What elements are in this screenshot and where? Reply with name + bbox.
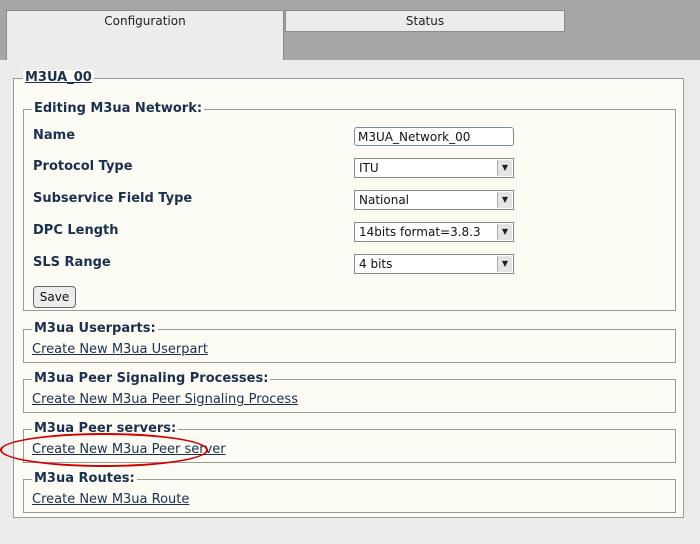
subservice-field-type-select[interactable]: National ▼ bbox=[354, 190, 514, 210]
name-input[interactable] bbox=[354, 127, 514, 146]
sls-range-label: SLS Range bbox=[33, 255, 111, 270]
subservice-field-type-label: Subservice Field Type bbox=[33, 191, 193, 206]
dpc-length-select[interactable]: 14bits format=3.8.3 ▼ bbox=[354, 222, 514, 242]
save-button[interactable]: Save bbox=[33, 286, 76, 308]
editing-network-box: Editing M3ua Network: Name Protocol Type… bbox=[23, 101, 676, 311]
chevron-down-icon: ▼ bbox=[497, 160, 512, 176]
userparts-box: M3ua Userparts: Create New M3ua Userpart bbox=[23, 321, 676, 363]
chevron-down-icon: ▼ bbox=[497, 192, 512, 208]
sls-range-select[interactable]: 4 bits ▼ bbox=[354, 254, 514, 274]
routes-legend: M3ua Routes: bbox=[32, 471, 137, 486]
protocol-type-select[interactable]: ITU ▼ bbox=[354, 158, 514, 178]
tab-bar: Configuration Status bbox=[0, 0, 700, 61]
tab-configuration[interactable]: Configuration bbox=[6, 10, 284, 61]
peer-signaling-box: M3ua Peer Signaling Processes: Create Ne… bbox=[23, 371, 676, 413]
protocol-type-label: Protocol Type bbox=[33, 159, 133, 174]
editing-network-legend: Editing M3ua Network: bbox=[32, 101, 205, 116]
red-ellipse-annotation bbox=[0, 433, 208, 467]
peer-signaling-legend: M3ua Peer Signaling Processes: bbox=[32, 371, 271, 386]
m3ua-title: M3UA_00 bbox=[23, 70, 94, 85]
subservice-field-type-value: National bbox=[359, 193, 410, 207]
protocol-type-value: ITU bbox=[359, 161, 379, 175]
dpc-length-value: 14bits format=3.8.3 bbox=[359, 225, 481, 239]
userparts-legend: M3ua Userparts: bbox=[32, 321, 158, 336]
chevron-down-icon: ▼ bbox=[497, 224, 512, 240]
chevron-down-icon: ▼ bbox=[497, 256, 512, 272]
tab-status[interactable]: Status bbox=[285, 10, 565, 32]
create-userpart-link[interactable]: Create New M3ua Userpart bbox=[32, 342, 208, 357]
create-route-link[interactable]: Create New M3ua Route bbox=[32, 492, 189, 507]
routes-box: M3ua Routes: Create New M3ua Route bbox=[23, 471, 676, 513]
dpc-length-label: DPC Length bbox=[33, 223, 119, 238]
sls-range-value: 4 bits bbox=[359, 257, 393, 271]
name-label: Name bbox=[33, 128, 76, 143]
content-area: M3UA_00 Editing M3ua Network: Name Proto… bbox=[0, 60, 700, 544]
create-peer-signaling-link[interactable]: Create New M3ua Peer Signaling Process bbox=[32, 392, 298, 407]
